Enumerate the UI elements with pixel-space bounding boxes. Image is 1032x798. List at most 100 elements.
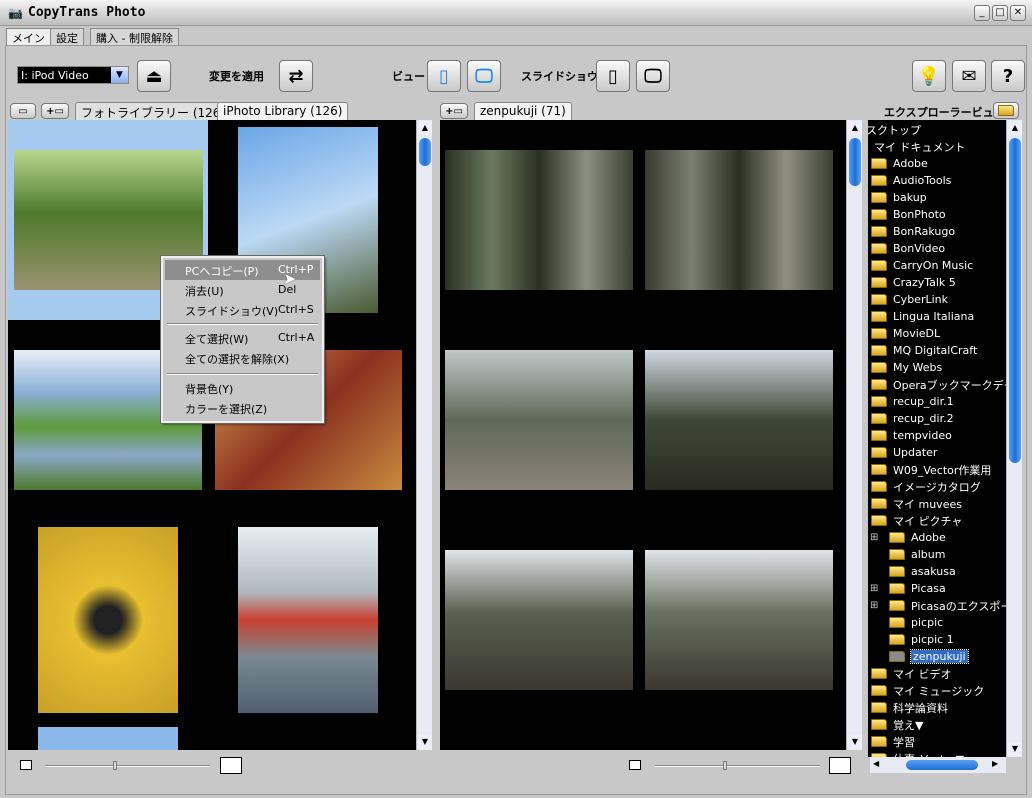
photo-thumbnail[interactable] xyxy=(238,527,378,713)
tree-item[interactable]: picpic xyxy=(889,614,943,631)
menu-item[interactable]: 背景色(Y) xyxy=(165,378,320,398)
view-ipod-button[interactable]: ▯ xyxy=(427,60,461,92)
device-select[interactable]: I: iPod Video ▼ xyxy=(17,66,129,84)
tree-scrollbar[interactable]: ▲ ▼ xyxy=(1006,120,1022,757)
contact-button[interactable]: ✉ xyxy=(952,60,986,92)
tree-item[interactable]: ⊞ Adobe xyxy=(870,529,946,546)
middle-zoom-slider[interactable] xyxy=(655,761,820,770)
tree-item[interactable]: スクトップ xyxy=(868,121,921,138)
tree-item[interactable]: MQ DigitalCraft xyxy=(871,342,977,359)
scroll-up-icon[interactable]: ▲ xyxy=(1008,121,1022,135)
expand-icon[interactable]: ⊞ xyxy=(870,583,878,594)
tree-item[interactable]: asakusa xyxy=(889,563,956,580)
explorer-folder-button[interactable] xyxy=(993,102,1019,119)
tab-settings[interactable]: 設定 xyxy=(50,28,84,45)
tab-photo-library[interactable]: フォトライブラリー (126) xyxy=(75,102,232,120)
tree-item[interactable]: CarryOn Music xyxy=(871,257,973,274)
left-zoom-slider[interactable] xyxy=(45,761,210,770)
photo-thumbnail[interactable] xyxy=(445,550,633,690)
tree-item[interactable]: recup_dir.1 xyxy=(871,393,954,410)
tree-item[interactable]: album xyxy=(889,546,945,563)
menu-item[interactable]: PCへコピー(P) Ctrl+P xyxy=(165,260,320,280)
tree-item[interactable]: マイ muvees xyxy=(871,495,962,512)
photo-thumbnail[interactable] xyxy=(645,150,833,290)
tree-item[interactable]: Lingua Italiana xyxy=(871,308,974,325)
maximize-button[interactable]: □ xyxy=(992,5,1008,21)
tree-item[interactable]: bakup xyxy=(871,189,927,206)
tree-item[interactable]: ⊞ Picasaのエクスポート済 xyxy=(870,597,1006,614)
expand-icon[interactable]: ⊞ xyxy=(870,532,878,543)
scroll-thumb[interactable] xyxy=(849,138,861,186)
tree-hscrollbar[interactable]: ◀ ▶ xyxy=(870,757,1006,773)
scroll-up-icon[interactable]: ▲ xyxy=(418,121,432,135)
left-scrollbar[interactable]: ▲ ▼ xyxy=(416,120,432,750)
photo-thumbnail[interactable] xyxy=(645,350,833,490)
add-album-button[interactable]: +▭ xyxy=(41,103,69,119)
tree-item[interactable]: マイ ビデオ xyxy=(871,665,952,682)
tree-item[interactable]: picpic 1 xyxy=(889,631,954,648)
menu-item[interactable]: 消去(U) Del xyxy=(165,280,320,300)
tree-item[interactable]: マイ ドキュメント xyxy=(874,138,966,155)
photo-thumbnail[interactable] xyxy=(645,550,833,690)
tree-item[interactable]: イメージカタログ xyxy=(871,478,981,495)
tree-item[interactable]: Operaブックマークデータ xyxy=(871,376,1006,393)
tips-button[interactable]: 💡 xyxy=(912,60,946,92)
menu-item[interactable]: スライドショウ(V) Ctrl+S xyxy=(165,300,320,320)
eject-button[interactable]: ⏏ xyxy=(137,60,171,92)
menu-item[interactable]: 全ての選択を解除(X) xyxy=(165,348,320,368)
tree-item[interactable]: W09_Vector作業用 xyxy=(871,461,991,478)
expand-icon[interactable]: ⊞ xyxy=(870,600,878,611)
menu-item[interactable]: カラーを選択(Z) xyxy=(165,398,320,418)
view-pc-button[interactable]: 🖵 xyxy=(467,60,501,92)
tree-item[interactable]: マイ ピクチャ xyxy=(871,512,962,529)
photo-thumbnail[interactable] xyxy=(445,150,633,290)
slider-knob[interactable] xyxy=(723,761,727,770)
tree-item[interactable]: BonVideo xyxy=(871,240,945,257)
tree-item[interactable]: 学習 xyxy=(871,733,915,750)
photo-thumbnail[interactable] xyxy=(38,527,178,713)
scroll-down-icon[interactable]: ▼ xyxy=(1008,742,1022,756)
tree-item[interactable]: CyberLink xyxy=(871,291,948,308)
tree-item[interactable]: BonPhoto xyxy=(871,206,946,223)
folder-button[interactable]: ▭ xyxy=(10,103,36,119)
explorer-tree[interactable]: スクトップ マイ ドキュメント Adobe AudioTools bakup BonPho… xyxy=(868,120,1006,757)
close-button[interactable]: ✕ xyxy=(1010,5,1026,21)
tab-purchase[interactable]: 購入 - 制限解除 xyxy=(90,28,179,45)
tree-item[interactable]: マイ ミュージック xyxy=(871,682,984,699)
tree-item[interactable]: CrazyTalk 5 xyxy=(871,274,956,291)
add-folder-button[interactable]: +▭ xyxy=(440,103,468,119)
tree-item[interactable]: Adobe xyxy=(871,155,928,172)
chevron-down-icon[interactable]: ▼ xyxy=(111,67,128,83)
scroll-thumb[interactable] xyxy=(1009,138,1021,463)
scroll-thumb[interactable] xyxy=(906,760,978,770)
tree-item[interactable]: AudioTools xyxy=(871,172,951,189)
middle-scrollbar[interactable]: ▲ ▼ xyxy=(846,120,862,750)
pc-photo-grid[interactable] xyxy=(440,120,846,750)
tree-item[interactable]: Updater xyxy=(871,444,937,461)
tree-item[interactable]: BonRakugo xyxy=(871,223,955,240)
tree-item[interactable]: ⊞ Picasa xyxy=(870,580,946,597)
tree-item[interactable]: 科学論資料 xyxy=(871,699,948,716)
ipod-photo-grid[interactable] xyxy=(8,120,416,750)
help-button[interactable]: ? xyxy=(991,60,1025,92)
scroll-left-icon[interactable]: ◀ xyxy=(873,759,879,768)
scroll-up-icon[interactable]: ▲ xyxy=(848,121,862,135)
tab-zenpukuji[interactable]: zenpukuji (71) xyxy=(474,102,572,120)
tab-main[interactable]: メイン xyxy=(6,28,51,45)
tab-iphoto-library[interactable]: iPhoto Library (126) xyxy=(217,102,349,120)
tree-item[interactable]: 覚え▼ xyxy=(871,716,923,733)
tree-item[interactable]: 仕事_Vector▼ xyxy=(871,750,964,757)
slideshow-ipod-button[interactable]: ▯ xyxy=(596,60,630,92)
tree-item[interactable]: tempvideo xyxy=(871,427,952,444)
minimize-button[interactable]: _ xyxy=(974,5,990,21)
slider-knob[interactable] xyxy=(113,761,117,770)
slideshow-pc-button[interactable]: 🖵 xyxy=(636,60,670,92)
tree-item[interactable]: recup_dir.2 xyxy=(871,410,954,427)
scroll-down-icon[interactable]: ▼ xyxy=(418,735,432,749)
scroll-down-icon[interactable]: ▼ xyxy=(848,735,862,749)
apply-changes-button[interactable]: ⇄ xyxy=(279,60,313,92)
scroll-right-icon[interactable]: ▶ xyxy=(992,759,998,768)
menu-item[interactable]: 全て選択(W) Ctrl+A xyxy=(165,328,320,348)
tree-item[interactable]: MovieDL xyxy=(871,325,940,342)
photo-thumbnail[interactable] xyxy=(38,727,178,750)
